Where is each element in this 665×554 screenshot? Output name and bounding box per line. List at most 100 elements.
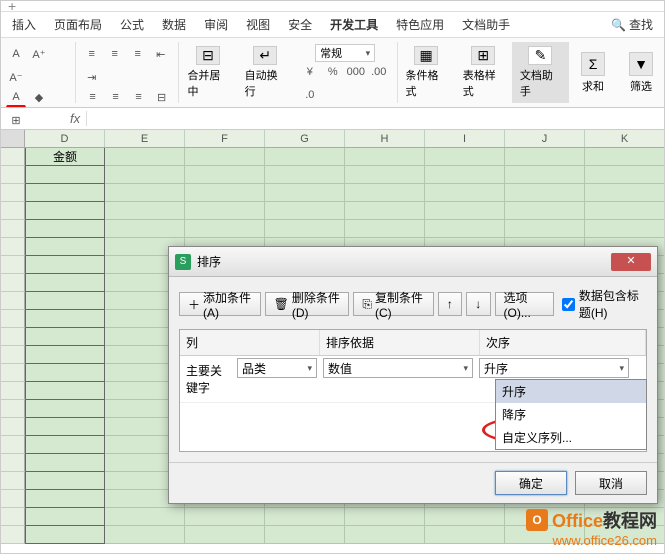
cell[interactable] [25,202,105,220]
cell[interactable] [25,328,105,346]
indent-dec[interactable]: ⇤ [151,44,171,64]
cell[interactable] [25,346,105,364]
cell[interactable] [25,238,105,256]
align-top[interactable]: ≡ [82,44,102,64]
cell[interactable]: 金额 [25,148,105,166]
fx-button[interactable]: fx [64,111,87,126]
cell[interactable] [185,202,265,220]
cell[interactable] [425,202,505,220]
cell[interactable] [25,220,105,238]
cell[interactable] [425,148,505,166]
cell[interactable] [185,184,265,202]
currency-button[interactable]: ¥ [300,62,320,82]
cell[interactable] [25,418,105,436]
align-bot[interactable]: ≡ [128,44,148,64]
cell[interactable] [25,166,105,184]
doc-helper-button[interactable]: ✎ 文档助手 [512,42,569,103]
tab-doc-helper[interactable]: 文档助手 [462,16,510,33]
cell[interactable] [265,526,345,544]
order-option-custom[interactable]: 自定义序列... [496,426,646,449]
col-header-g[interactable]: G [265,130,345,147]
cell[interactable] [25,490,105,508]
cell[interactable] [265,508,345,526]
number-format-select[interactable]: 常规 ▾ [315,44,375,62]
cell[interactable] [25,382,105,400]
order-option-asc[interactable]: 升序 [496,380,646,403]
cell[interactable] [105,508,185,526]
cell[interactable] [185,166,265,184]
cell[interactable] [505,202,585,220]
cell[interactable] [25,292,105,310]
options-button[interactable]: 选项(O)... [495,292,554,316]
cell[interactable] [25,184,105,202]
table-style-button[interactable]: ⊞ 表格样式 [455,42,512,103]
tab-review[interactable]: 审阅 [204,16,228,33]
cell[interactable] [505,166,585,184]
align-center[interactable]: ≡ [106,87,126,107]
cell[interactable] [425,166,505,184]
cell[interactable] [25,310,105,328]
tab-formulas[interactable]: 公式 [120,16,144,33]
cell[interactable] [585,202,665,220]
indent-inc[interactable]: ⇥ [82,67,102,87]
cell[interactable] [105,526,185,544]
cell[interactable] [185,526,265,544]
cell[interactable] [105,220,185,238]
col-header-k[interactable]: K [585,130,665,147]
order-option-desc[interactable]: 降序 [496,403,646,426]
select-all-corner[interactable] [0,130,25,147]
move-up-button[interactable]: ↑ [438,292,462,316]
cell[interactable] [505,220,585,238]
cell[interactable] [25,274,105,292]
cell[interactable] [505,148,585,166]
cell[interactable] [105,166,185,184]
tab-insert[interactable]: 插入 [12,16,36,33]
merge-center-button[interactable]: ⊟ 合并居中 [179,42,236,103]
col-header-h[interactable]: H [345,130,425,147]
order-select[interactable]: 升序▾ [479,358,629,378]
cell[interactable] [345,526,425,544]
cell[interactable] [505,184,585,202]
align-left[interactable]: ≡ [83,87,103,107]
cell[interactable] [345,148,425,166]
filter-button[interactable]: ▼ 筛选 [617,42,665,103]
move-down-button[interactable]: ↓ [466,292,490,316]
cell[interactable] [425,184,505,202]
search-box[interactable]: 🔍 查找 [611,16,653,33]
font-button[interactable]: A [6,44,26,64]
cell[interactable] [25,436,105,454]
column-select[interactable]: 品类▾ [237,358,317,378]
col-header-e[interactable]: E [105,130,185,147]
cell[interactable] [25,256,105,274]
tab-view[interactable]: 视图 [246,16,270,33]
sortby-select[interactable]: 数值▾ [323,358,473,378]
cell[interactable] [25,364,105,382]
cell[interactable] [425,526,505,544]
cell[interactable] [105,184,185,202]
align-mid[interactable]: ≡ [105,44,125,64]
wrap-text-button[interactable]: ↵ 自动换行 [237,42,294,103]
cell[interactable] [585,148,665,166]
cell[interactable] [105,148,185,166]
inc-decimal-button[interactable]: .00 [369,62,389,82]
cell[interactable] [265,220,345,238]
thousands-button[interactable]: 000 [346,62,366,82]
cell[interactable] [345,202,425,220]
has-header-checkbox[interactable]: 数据包含标题(H) [562,287,647,321]
cell[interactable] [585,166,665,184]
col-header-f[interactable]: F [185,130,265,147]
borders-button[interactable]: ⊞ [6,110,26,130]
cell[interactable] [265,184,345,202]
cell[interactable] [585,220,665,238]
conditional-format-button[interactable]: ▦ 条件格式 [398,42,455,103]
cell[interactable] [265,166,345,184]
delete-condition-button[interactable]: 🗑删除条件(D) [265,292,350,316]
cell[interactable] [345,220,425,238]
cell[interactable] [585,184,665,202]
col-header-j[interactable]: J [505,130,585,147]
copy-condition-button[interactable]: ⎘复制条件(C) [353,292,433,316]
cell[interactable] [185,148,265,166]
tab-security[interactable]: 安全 [288,16,312,33]
add-condition-button[interactable]: ＋添加条件(A) [179,292,261,316]
dialog-titlebar[interactable]: S 排序 ✕ [169,247,657,277]
